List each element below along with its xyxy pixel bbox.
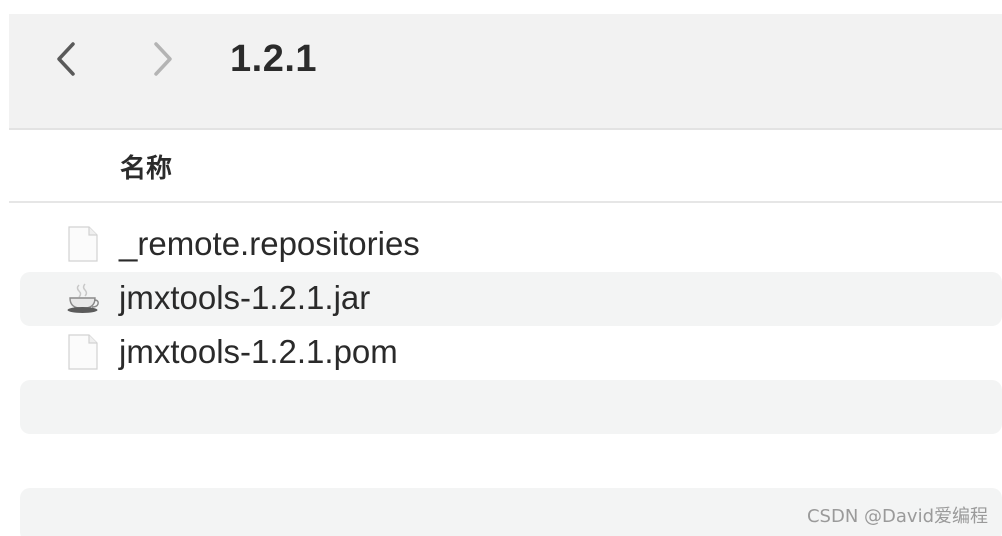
back-button[interactable]: [47, 36, 87, 82]
empty-row: [20, 434, 1002, 488]
document-icon: [64, 225, 102, 263]
forward-button[interactable]: [142, 36, 182, 82]
empty-row: [20, 380, 1002, 434]
file-name: _remote.repositories: [119, 225, 420, 262]
java-coffee-icon: [64, 279, 102, 317]
file-row[interactable]: jmxtools-1.2.1.jar: [20, 272, 1002, 326]
folder-title: 1.2.1: [230, 38, 318, 80]
file-list: _remote.repositories jmxtools-1.2.1.jar: [20, 218, 1002, 536]
document-icon: [64, 333, 102, 371]
toolbar: 1.2.1: [9, 14, 1002, 130]
file-row[interactable]: jmxtools-1.2.1.pom: [20, 326, 1002, 380]
finder-window: 1.2.1 名称 _remote.repositories jmxtools-1…: [0, 0, 1002, 536]
watermark: CSDN @David爱编程: [806, 506, 988, 527]
file-row[interactable]: _remote.repositories: [20, 218, 1002, 272]
column-header: 名称: [9, 130, 1002, 203]
chevron-left-icon: [57, 42, 75, 76]
name-column-header[interactable]: 名称: [120, 148, 172, 185]
file-name: jmxtools-1.2.1.pom: [119, 333, 398, 370]
file-name: jmxtools-1.2.1.jar: [119, 279, 371, 316]
chevron-right-icon: [154, 42, 172, 76]
